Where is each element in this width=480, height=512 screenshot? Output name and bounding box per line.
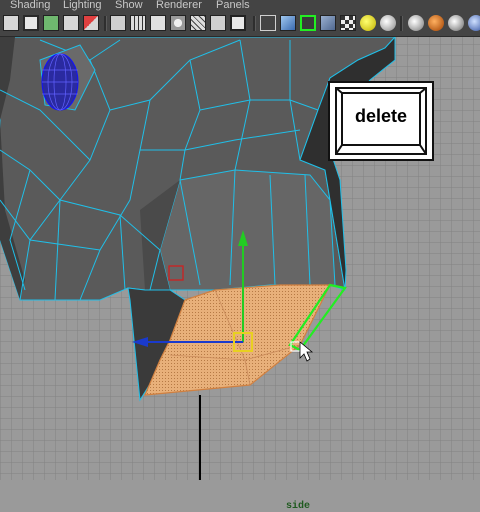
- menu-panels[interactable]: Panels: [216, 0, 250, 11]
- camera-attributes-icon[interactable]: [43, 15, 59, 31]
- delete-key-overlay: delete: [328, 81, 434, 161]
- film-gate-icon[interactable]: [23, 15, 39, 31]
- default-material-icon[interactable]: [320, 15, 336, 31]
- camera-name-label: side: [286, 501, 311, 512]
- motion-blur-icon[interactable]: [428, 15, 444, 31]
- image-plane-icon[interactable]: [83, 15, 99, 31]
- ambient-occlusion-icon[interactable]: [408, 15, 424, 31]
- toolbar-separator: [253, 16, 256, 31]
- menu-renderer[interactable]: Renderer: [156, 0, 202, 11]
- lighting-icon[interactable]: [360, 15, 376, 31]
- safe-action-icon[interactable]: [190, 15, 206, 31]
- textures-icon[interactable]: [340, 15, 356, 31]
- field-chart-icon[interactable]: [170, 15, 186, 31]
- film-origin-icon[interactable]: [230, 15, 246, 31]
- menu-shading[interactable]: Shading: [10, 0, 50, 11]
- menu-show[interactable]: Show: [115, 0, 143, 11]
- depth-of-field-icon[interactable]: [468, 15, 480, 31]
- resolution-gate-icon[interactable]: [130, 15, 146, 31]
- gate-mask-icon[interactable]: [150, 15, 166, 31]
- antialiasing-icon[interactable]: [448, 15, 464, 31]
- toolbar-separator: [104, 16, 107, 31]
- delete-key-label: delete: [354, 106, 408, 126]
- wireframe-on-shaded-icon[interactable]: [300, 15, 316, 31]
- grid-toggle-icon[interactable]: [110, 15, 126, 31]
- bookmark-icon[interactable]: [63, 15, 79, 31]
- shadows-icon[interactable]: [380, 15, 396, 31]
- panel-toolbar: [0, 12, 480, 37]
- wireframe-icon[interactable]: [260, 15, 276, 31]
- menu-lighting[interactable]: Lighting: [63, 0, 102, 11]
- smooth-shade-icon[interactable]: [280, 15, 296, 31]
- menu-bar: Shading Lighting Show Renderer Panels: [0, 0, 480, 12]
- safe-title-icon[interactable]: [210, 15, 226, 31]
- toolbar-separator: [400, 16, 403, 31]
- select-camera-icon[interactable]: [3, 15, 19, 31]
